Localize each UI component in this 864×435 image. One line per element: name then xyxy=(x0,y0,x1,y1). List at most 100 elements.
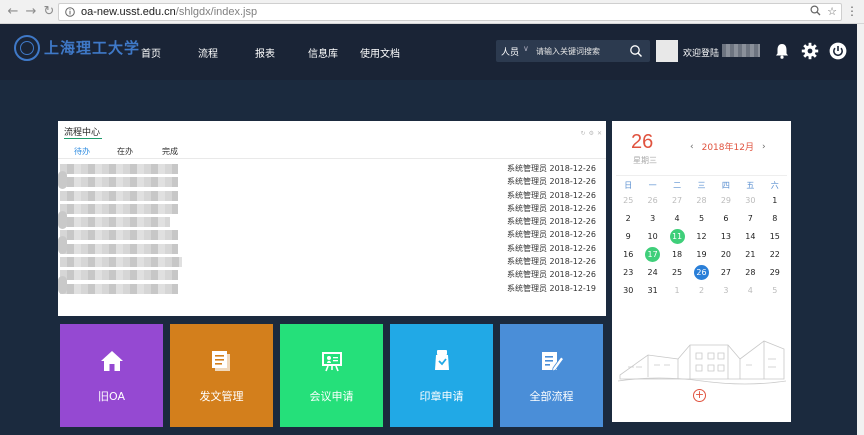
tile-label: 印章申请 xyxy=(419,390,464,403)
search-category[interactable]: 人员 xyxy=(501,45,519,58)
process-row[interactable]: 系统管理员 2018-12-19 xyxy=(58,282,606,295)
calendar-day[interactable]: 28 xyxy=(689,191,713,209)
chevron-right-icon[interactable]: › xyxy=(762,142,766,152)
process-row[interactable]: 系统管理员 2018-12-26 xyxy=(58,189,606,202)
calendar-day[interactable]: 2 xyxy=(689,281,713,299)
calendar-day[interactable]: 20 xyxy=(714,245,738,263)
process-row[interactable]: 系统管理员 2018-12-26 xyxy=(58,175,606,188)
calendar-day[interactable]: 25 xyxy=(616,191,640,209)
title-underline xyxy=(64,138,102,139)
calendar-day[interactable]: 25 xyxy=(665,263,689,281)
page-scrollbar[interactable] xyxy=(857,24,864,435)
tile-all-processes[interactable]: 全部流程 xyxy=(500,324,603,427)
tab-done[interactable]: 完成 xyxy=(162,146,178,157)
nav-reports[interactable]: 报表 xyxy=(255,45,275,60)
tile-old-oa[interactable]: 旧OA xyxy=(60,324,163,427)
calendar-day[interactable]: 10 xyxy=(640,227,664,245)
process-row[interactable]: 系统管理员 2018-12-26 xyxy=(58,255,606,268)
bookmark-star-icon[interactable]: ☆ xyxy=(827,5,837,18)
calendar-day[interactable]: 16 xyxy=(616,245,640,263)
search-input[interactable] xyxy=(536,44,626,58)
nav-info-library[interactable]: 信息库 xyxy=(308,45,338,60)
row-owner-date: 系统管理员 2018-12-26 xyxy=(506,270,596,280)
add-event-button[interactable]: + xyxy=(693,389,706,402)
calendar-day[interactable]: 17 xyxy=(640,245,664,263)
bell-icon[interactable] xyxy=(773,42,791,60)
avatar[interactable] xyxy=(656,40,678,62)
calendar-day[interactable]: 5 xyxy=(763,281,787,299)
row-owner-date: 系统管理员 2018-12-26 xyxy=(506,190,596,200)
calendar-day[interactable]: 27 xyxy=(665,191,689,209)
forward-icon[interactable]: → xyxy=(22,3,40,21)
settings-icon[interactable]: ⚙ xyxy=(589,130,594,137)
calendar-day[interactable]: 29 xyxy=(714,191,738,209)
tile-seal-request[interactable]: 印章申请 xyxy=(390,324,493,427)
process-row[interactable]: 系统管理员 2018-12-26 xyxy=(58,202,606,215)
calendar-day[interactable]: 31 xyxy=(640,281,664,299)
calendar-day[interactable]: 24 xyxy=(640,263,664,281)
zoom-icon[interactable] xyxy=(810,5,821,16)
calendar-day[interactable]: 21 xyxy=(738,245,762,263)
browser-menu-icon[interactable]: ⋮ xyxy=(846,4,858,18)
process-row[interactable]: 系统管理员 2018-12-26 xyxy=(58,162,606,175)
url-path: /shlgdx/index.jsp xyxy=(175,6,258,18)
nav-process[interactable]: 流程 xyxy=(198,45,218,60)
chevron-left-icon[interactable]: ‹ xyxy=(690,142,694,152)
calendar-day[interactable]: 7 xyxy=(738,209,762,227)
calendar-day[interactable]: 19 xyxy=(689,245,713,263)
calendar-day[interactable]: 1 xyxy=(763,191,787,209)
close-icon[interactable]: ✕ xyxy=(597,130,602,137)
calendar-day[interactable]: 13 xyxy=(714,227,738,245)
calendar-day[interactable]: 3 xyxy=(640,209,664,227)
calendar-day[interactable]: 29 xyxy=(763,263,787,281)
weekday-label: 日 xyxy=(624,181,633,190)
calendar-day[interactable]: 1 xyxy=(665,281,689,299)
row-owner-date: 系统管理员 2018-12-26 xyxy=(506,243,596,253)
back-icon[interactable]: ← xyxy=(4,3,22,21)
calendar-day[interactable]: 27 xyxy=(714,263,738,281)
refresh-icon[interactable]: ↻ xyxy=(581,130,586,137)
chevron-down-icon[interactable]: ∨ xyxy=(523,44,529,53)
row-owner-date: 系统管理员 2018-12-26 xyxy=(506,164,596,173)
calendar-day[interactable]: 14 xyxy=(738,227,762,245)
process-row[interactable]: 系统管理员 2018-12-26 xyxy=(58,268,606,281)
calendar-day[interactable]: 22 xyxy=(763,245,787,263)
calendar-day[interactable]: 4 xyxy=(665,209,689,227)
tile-meeting-request[interactable]: 会议申请 xyxy=(280,324,383,427)
calendar-day[interactable]: 28 xyxy=(738,263,762,281)
calendar-day[interactable]: 8 xyxy=(763,209,787,227)
reload-icon[interactable]: ↻ xyxy=(40,3,58,21)
power-icon[interactable] xyxy=(829,42,847,60)
calendar-day[interactable]: 30 xyxy=(738,191,762,209)
tile-document-management[interactable]: 发文管理 xyxy=(170,324,273,427)
calendar-day[interactable]: 4 xyxy=(738,281,762,299)
gear-icon[interactable] xyxy=(801,42,819,60)
calendar-day[interactable]: 15 xyxy=(763,227,787,245)
calendar-day[interactable]: 3 xyxy=(714,281,738,299)
calendar-day[interactable]: 9 xyxy=(616,227,640,245)
process-row[interactable]: 系统管理员 2018-12-26 xyxy=(58,242,606,255)
nav-home[interactable]: 首页 xyxy=(141,45,161,60)
calendar-day[interactable]: 12 xyxy=(689,227,713,245)
tab-todo[interactable]: 待办 xyxy=(74,146,90,157)
calendar-day[interactable]: 11 xyxy=(665,227,689,245)
calendar-day[interactable]: 26 xyxy=(689,263,713,281)
calendar-day[interactable]: 30 xyxy=(616,281,640,299)
search-icon[interactable] xyxy=(629,44,643,58)
calendar-day[interactable]: 2 xyxy=(616,209,640,227)
calendar-day[interactable]: 6 xyxy=(714,209,738,227)
process-row[interactable]: 系统管理员 2018-12-26 xyxy=(58,228,606,241)
university-logo[interactable]: 上海理工大学 xyxy=(14,35,140,61)
process-row[interactable]: 系统管理员 2018-12-26 xyxy=(58,215,606,228)
presentation-icon xyxy=(321,352,342,372)
calendar-day[interactable]: 26 xyxy=(640,191,664,209)
nav-docs[interactable]: 使用文档 xyxy=(360,45,400,60)
info-icon[interactable] xyxy=(63,5,77,19)
calendar-day[interactable]: 5 xyxy=(689,209,713,227)
calendar-day[interactable]: 18 xyxy=(665,245,689,263)
stamp-icon xyxy=(434,350,449,370)
address-bar[interactable]: oa-new.usst.edu.cn/shlgdx/index.jsp ☆ xyxy=(58,3,842,21)
redacted-title xyxy=(60,177,178,188)
tab-in-progress[interactable]: 在办 xyxy=(117,146,133,157)
calendar-day[interactable]: 23 xyxy=(616,263,640,281)
